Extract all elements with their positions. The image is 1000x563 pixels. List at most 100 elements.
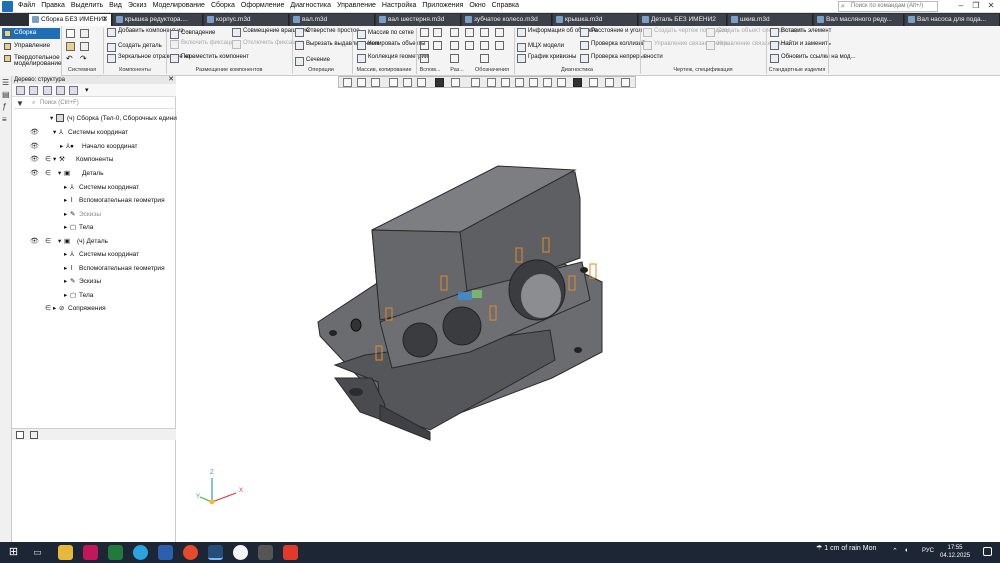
word-icon[interactable] [158,545,173,560]
menu-assembly[interactable]: Сборка [211,2,235,9]
tree-row[interactable]: ▾ (ч) Сборка (Тел-0, Сборочных едини [12,112,177,125]
collapse-icon[interactable]: ▸ [64,194,67,207]
continuity-check-button[interactable]: Проверка непрерывности [580,54,663,63]
perspective-icon[interactable] [529,78,538,87]
command-search-input[interactable]: ⌕ Поиск по командам (Alt+/) [838,1,938,12]
menu-window[interactable]: Окно [469,2,485,9]
include-icon[interactable]: ∈ [45,235,51,248]
menu-sketch[interactable]: Эскиз [128,2,147,9]
yandex-icon[interactable] [283,545,298,560]
tab-document[interactable]: зубчатое колесо.m3d [462,14,552,26]
excel-icon[interactable] [108,545,123,560]
include-icon[interactable]: ∈ [45,167,51,180]
transparency-icon[interactable] [515,78,524,87]
tree-row[interactable]: ▸ ⅄ Системы координат [12,248,176,261]
properties-panel-icon[interactable]: ▤ [2,91,10,99]
ambient-icon[interactable] [557,78,566,87]
menu-management[interactable]: Управление [337,2,376,9]
menu-select[interactable]: Выделить [71,2,103,9]
expand-icon[interactable]: ▾ [53,126,56,139]
calculator-icon[interactable] [258,545,273,560]
explorer-icon[interactable] [58,545,73,560]
collapse-icon[interactable]: ▸ [53,302,56,315]
curvature-graph-button[interactable]: График кривизны [517,54,576,63]
menu-diagnostics[interactable]: Диагностика [290,2,331,9]
app-a-icon[interactable] [83,545,98,560]
collapse-icon[interactable]: ▸ [64,181,67,194]
radius-icon[interactable] [465,41,474,50]
collapse-icon[interactable]: ▸ [64,221,67,234]
task-view-icon[interactable]: ▭ [30,545,45,560]
line-icon[interactable] [433,41,442,50]
view-axis-icon[interactable] [417,78,426,87]
tab-document[interactable]: вал шестерня.m3d [376,14,461,26]
tree-row[interactable]: ▸ ✎ Эскизы [12,208,176,221]
dimension-icon[interactable] [450,28,459,37]
tab-document[interactable]: вал.m3d [290,14,375,26]
leader-icon[interactable] [480,41,489,50]
chain-dim-icon[interactable] [450,54,459,63]
tree-row[interactable]: 👁 ∈ ▾ ▣ Деталь [12,167,176,180]
tree-tab-icon[interactable] [16,431,24,439]
clock[interactable]: 17:55 04.12.2025 [940,544,970,560]
menu-view[interactable]: Вид [109,2,122,9]
tab-document[interactable]: Вал насоса для пода... [905,14,1000,26]
notification-icon[interactable] [983,547,992,556]
collapse-icon[interactable]: ▸ [64,248,67,261]
iso-view-icon[interactable] [451,78,460,87]
distance-angle-button[interactable]: Расстояние и угол [580,28,642,37]
collision-check-button[interactable]: Проверка коллизий [580,41,645,50]
axis-icon[interactable] [433,28,442,37]
tree-row[interactable]: 👁 ▾ ⅄ Системы координат [12,126,176,139]
weather-widget[interactable]: ☂ 1 cm of rain Mon [816,544,876,552]
include-icon[interactable]: ∈ [45,153,51,166]
language-indicator[interactable]: РУС [922,548,934,554]
tab-document[interactable]: крышка.m3d [553,14,638,26]
hierarchy-view-icon[interactable] [29,86,38,95]
tree-row[interactable]: 👁 ∈ ▾ ▣ (ч) Деталь [12,235,176,248]
selection-filter-icon[interactable] [573,78,582,87]
pencil-icon[interactable] [621,78,630,87]
expand-icon[interactable]: ▾ [58,235,61,248]
tree-row[interactable]: ▸ ⌇ Вспомогательная геометрия [12,262,176,275]
pan-icon[interactable] [389,78,398,87]
menu-file[interactable]: Файл [18,2,35,9]
expand-icon[interactable]: ▾ [50,112,53,125]
kompas-icon[interactable] [208,545,223,560]
undo-icon[interactable]: ↶ [66,55,75,64]
model-view-icon[interactable] [543,78,552,87]
start-icon[interactable]: ⊞ [6,545,21,560]
open-icon[interactable] [66,42,75,51]
layers-tab-icon[interactable] [30,431,38,439]
move-component-button[interactable]: Переместить компонент [170,54,249,63]
tab-document[interactable]: Вал масляного реду... [814,14,904,26]
structure-view-icon[interactable] [16,86,25,95]
grid-array-button[interactable]: Массив по сетке [357,30,414,39]
3d-viewport[interactable]: Z X Y [177,76,1000,542]
eye-icon[interactable]: 👁 [30,140,39,153]
close-icon[interactable]: ✕ [984,1,998,10]
update-links-button[interactable]: Обновить ссылки на мод... [770,54,855,63]
minimize-icon[interactable]: – [954,1,968,10]
chevron-down-icon[interactable]: ▾ [85,86,89,94]
tree-row[interactable]: ▸ ✎ Эскизы [12,275,176,288]
display-mode-icon[interactable] [487,78,496,87]
telegram-icon[interactable] [133,545,148,560]
insert-element-button[interactable]: Вставить элемент [770,28,831,37]
yandex-browser-icon[interactable] [233,545,248,560]
chrome-icon[interactable] [183,545,198,560]
print-icon[interactable] [80,29,89,38]
display-view-icon[interactable] [43,86,52,95]
tree-settings-icon[interactable] [69,86,78,95]
eye-icon[interactable]: 👁 [30,153,39,166]
variables-panel-icon[interactable]: ƒ [2,103,10,111]
base-icon[interactable] [495,41,504,50]
tab-document[interactable]: корпус.m3d [204,14,289,26]
menu-apps[interactable]: Приложения [422,2,463,9]
tree-row[interactable]: ▸ ⌇ Вспомогательная геометрия [12,194,176,207]
expand-icon[interactable]: ▾ [58,167,61,180]
hide-icon[interactable] [471,78,480,87]
tab-assembly[interactable]: Сборка БЕЗ ИМЕНИ1 ✕ [29,14,112,26]
tray-chevron-icon[interactable]: ⌃ [892,547,898,555]
simple-hole-button[interactable]: Отверстие простое [295,28,360,37]
